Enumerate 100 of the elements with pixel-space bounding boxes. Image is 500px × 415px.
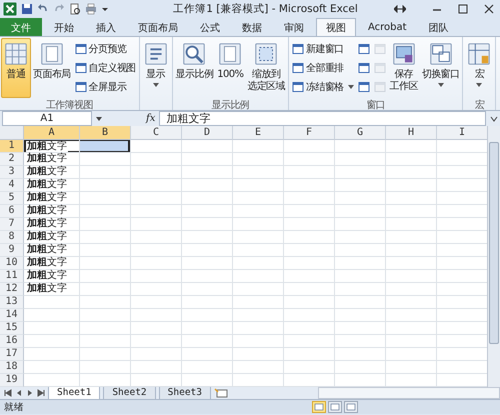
empty-cell bbox=[284, 140, 335, 153]
empty-cell bbox=[284, 257, 335, 270]
ribbon-button[interactable]: 全部重排 bbox=[290, 58, 356, 77]
vertical-scrollbar[interactable] bbox=[487, 126, 500, 387]
ribbon-tab[interactable]: 数据 bbox=[232, 18, 272, 36]
sheet-tab[interactable]: Sheet1 bbox=[48, 386, 100, 400]
sheet-tab[interactable]: Sheet3 bbox=[158, 386, 211, 400]
empty-cell bbox=[233, 192, 284, 205]
ribbon-tab[interactable]: 插入 bbox=[86, 18, 126, 36]
caret-icon[interactable] bbox=[96, 116, 102, 120]
ribbon-button[interactable]: 缩放到 选定区域 bbox=[245, 38, 288, 98]
ribbon-tab[interactable]: 页面布局 bbox=[128, 18, 188, 36]
ribbon-button[interactable]: 切换窗口 bbox=[420, 38, 462, 98]
first-sheet-icon[interactable] bbox=[4, 389, 12, 397]
page-layout-view-icon[interactable] bbox=[328, 401, 342, 413]
ribbon-button[interactable]: 宏 bbox=[464, 38, 494, 98]
row-header[interactable]: 10 bbox=[0, 257, 24, 270]
table-cell: 加粗文字 bbox=[24, 166, 80, 179]
ribbon-button[interactable]: 页面布局 bbox=[31, 38, 73, 98]
name-box[interactable]: A1 bbox=[2, 111, 92, 126]
empty-cell bbox=[182, 192, 233, 205]
column-header[interactable]: A bbox=[24, 126, 80, 140]
file-tab[interactable]: 文件 bbox=[0, 18, 42, 36]
empty-cell bbox=[131, 166, 182, 179]
ribbon-button[interactable]: 新建窗口 bbox=[290, 40, 356, 58]
normal-view-icon[interactable] bbox=[312, 401, 326, 413]
horizontal-scrollbar[interactable] bbox=[318, 387, 500, 399]
printer-icon[interactable] bbox=[85, 3, 97, 15]
row-header[interactable]: 9 bbox=[0, 244, 24, 257]
empty-cell bbox=[386, 140, 437, 153]
row-header[interactable]: 19 bbox=[0, 374, 24, 387]
table-cell: 加粗文字 bbox=[24, 179, 80, 192]
ribbon-button[interactable]: 显示 bbox=[140, 38, 171, 98]
insert-function-button[interactable]: fx bbox=[146, 113, 156, 124]
column-header[interactable]: D bbox=[182, 126, 233, 140]
column-header[interactable]: B bbox=[80, 126, 131, 140]
page-icon bbox=[217, 41, 244, 67]
row-header[interactable]: 1 bbox=[0, 140, 24, 153]
empty-cell bbox=[80, 309, 131, 322]
row-header[interactable]: 13 bbox=[0, 296, 24, 309]
scroll-thumb[interactable] bbox=[489, 142, 499, 344]
ribbon-tab[interactable]: 审阅 bbox=[274, 18, 314, 36]
ribbon-button[interactable]: 分页预览 bbox=[72, 40, 138, 58]
empty-cell bbox=[386, 257, 437, 270]
expand-icon[interactable] bbox=[490, 116, 498, 122]
row-header[interactable]: 12 bbox=[0, 283, 24, 296]
row-header[interactable]: 14 bbox=[0, 309, 24, 322]
empty-cell bbox=[335, 270, 386, 283]
empty-cell bbox=[182, 140, 233, 153]
row-header[interactable]: 18 bbox=[0, 361, 24, 374]
save-icon[interactable] bbox=[21, 3, 33, 15]
row-header[interactable]: 2 bbox=[0, 153, 24, 166]
status-text: 就绪 bbox=[4, 400, 24, 414]
ribbon-button[interactable]: 自定义视图 bbox=[72, 58, 138, 77]
column-header[interactable]: I bbox=[437, 126, 488, 140]
column-header[interactable]: C bbox=[131, 126, 182, 140]
empty-cell bbox=[80, 231, 131, 244]
empty-cell bbox=[284, 335, 335, 348]
ribbon-tab[interactable]: 公式 bbox=[190, 18, 230, 36]
row-header[interactable]: 7 bbox=[0, 218, 24, 231]
maximize-icon[interactable] bbox=[458, 4, 468, 14]
ribbon-button[interactable]: 显示比例 bbox=[174, 38, 216, 98]
ribbon-button[interactable]: 全屏显示 bbox=[72, 78, 138, 96]
ribbon-button[interactable]: 100% bbox=[215, 38, 246, 98]
column-header[interactable]: F bbox=[284, 126, 335, 140]
customize-caret-icon[interactable] bbox=[101, 5, 109, 13]
row-header[interactable]: 3 bbox=[0, 166, 24, 179]
close-icon[interactable] bbox=[484, 4, 494, 14]
row-header[interactable]: 8 bbox=[0, 231, 24, 244]
next-sheet-icon[interactable] bbox=[26, 389, 34, 397]
row-header[interactable]: 17 bbox=[0, 348, 24, 361]
empty-cell bbox=[335, 192, 386, 205]
ribbon-button[interactable]: 保存 工作区 bbox=[388, 38, 420, 98]
row-header[interactable]: 11 bbox=[0, 270, 24, 283]
ribbon-button[interactable]: 冻结窗格 bbox=[290, 78, 356, 96]
row-header[interactable]: 15 bbox=[0, 322, 24, 335]
window-icon bbox=[358, 80, 370, 93]
selected-cell bbox=[80, 140, 131, 153]
ribbon-tab[interactable]: Acrobat bbox=[358, 18, 417, 36]
row-header[interactable]: 5 bbox=[0, 192, 24, 205]
empty-cell bbox=[233, 283, 284, 296]
empty-cell bbox=[284, 283, 335, 296]
row-header[interactable]: 4 bbox=[0, 179, 24, 192]
page-break-view-icon[interactable] bbox=[344, 401, 358, 413]
ribbon-tab[interactable]: 开始 bbox=[44, 18, 84, 36]
print-preview-icon[interactable] bbox=[69, 3, 81, 15]
empty-cell bbox=[131, 205, 182, 218]
row-header[interactable]: 6 bbox=[0, 205, 24, 218]
column-header[interactable]: G bbox=[335, 126, 386, 140]
ribbon-tab[interactable]: 团队 bbox=[418, 18, 459, 36]
last-sheet-icon[interactable] bbox=[37, 389, 45, 397]
column-header[interactable]: H bbox=[386, 126, 437, 140]
formula-input[interactable]: 加粗文字 bbox=[159, 111, 486, 126]
sheet-tab[interactable]: Sheet2 bbox=[103, 386, 156, 400]
new-sheet-icon[interactable] bbox=[214, 388, 228, 398]
column-header[interactable]: E bbox=[233, 126, 284, 140]
ribbon-button[interactable]: 普通 bbox=[1, 38, 31, 98]
ribbon-tab[interactable]: 视图 bbox=[316, 18, 356, 36]
previous-sheet-icon[interactable] bbox=[15, 389, 23, 397]
row-header[interactable]: 16 bbox=[0, 335, 24, 348]
